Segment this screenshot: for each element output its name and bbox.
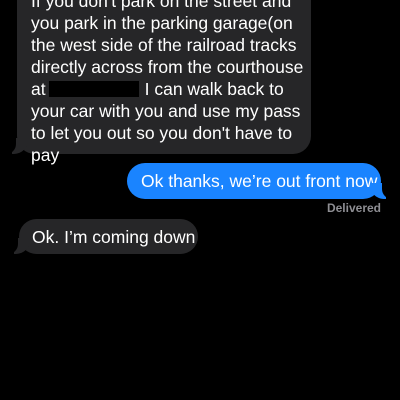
bubble-tail [370,181,392,199]
message-text-line: If you don't park on the street and [31,0,292,11]
message-thread: If you don't park on the street and you … [0,0,400,400]
message-text-suffix: I can walk back to [144,79,284,99]
delivery-status: Delivered [326,201,381,215]
message-text: Ok thanks, we’re out front now [141,171,378,191]
message-text-line: your car with you and use my pass [31,101,301,121]
sent-message-bubble[interactable]: Ok thanks, we’re out front now [127,163,392,199]
message-text: Ok. I’m coming down [32,227,196,247]
redaction-block [48,81,139,97]
message-text-line: the west side of the railroad tracks [31,35,297,55]
message-text-line: directly across from the courthouse [31,57,304,77]
message-text-line: to let you out so you don't have to [31,123,293,143]
message-text-line-with-redaction: at I can walk back to [31,78,297,100]
received-message-bubble[interactable]: Ok. I’m coming down [8,219,198,254]
bubble-tail [8,236,30,254]
bubble-tail [6,136,28,154]
message-text-line: you park in the parking garage(on [31,13,293,33]
received-message-bubble[interactable]: If you don't park on the street and you … [6,0,311,165]
message-text-prefix: at [31,79,46,99]
